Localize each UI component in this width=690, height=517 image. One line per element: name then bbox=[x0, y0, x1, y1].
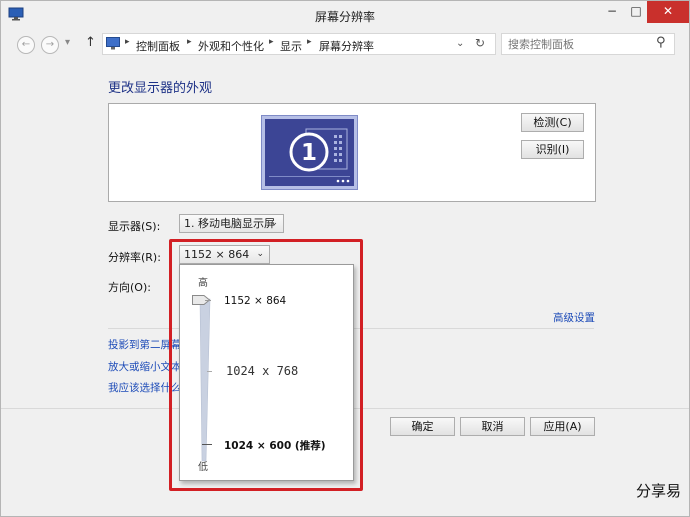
search-box[interactable]: ⚲ bbox=[501, 33, 675, 55]
close-button[interactable]: ✕ bbox=[647, 1, 689, 23]
breadcrumb-display[interactable]: 显示 bbox=[280, 38, 302, 54]
display-select[interactable]: 1. 移动电脑显示屏 ⌄ bbox=[179, 214, 284, 233]
screen-resolution-window: 屏幕分辨率 − □ ✕ ← → ▾ ↑ ▸ 控制面板 ▸ 外观和个性化 ▸ 显示… bbox=[0, 0, 690, 517]
breadcrumb-separator-icon: ▸ bbox=[125, 37, 130, 47]
monitor-tile[interactable]: 1 bbox=[261, 115, 358, 193]
search-input[interactable] bbox=[506, 36, 650, 53]
monitor-number: 1 bbox=[301, 140, 317, 166]
up-arrow-icon[interactable]: ↑ bbox=[85, 35, 96, 50]
title-bar: 屏幕分辨率 − □ ✕ bbox=[1, 1, 689, 29]
ok-button[interactable]: 确定 bbox=[390, 417, 455, 436]
forward-button[interactable]: → bbox=[41, 36, 59, 54]
address-bar[interactable]: ▸ 控制面板 ▸ 外观和个性化 ▸ 显示 ▸ 屏幕分辨率 ⌄ ↻ bbox=[102, 33, 496, 55]
recent-locations-icon[interactable]: ▾ bbox=[65, 37, 70, 48]
breadcrumb-control-panel[interactable]: 控制面板 bbox=[136, 38, 180, 54]
display-label: 显示器(S): bbox=[108, 220, 161, 233]
breadcrumb-separator-icon: ▸ bbox=[187, 37, 192, 47]
minimize-button[interactable]: − bbox=[599, 1, 625, 23]
refresh-icon[interactable]: ↻ bbox=[475, 36, 485, 50]
monitor-preview-area: 1 检测(C) 识别(I) bbox=[108, 103, 596, 202]
back-button[interactable]: ← bbox=[17, 36, 35, 54]
annotation-highlight-box bbox=[169, 239, 363, 491]
orientation-label: 方向(O): bbox=[108, 281, 151, 294]
chevron-down-icon: ⌄ bbox=[270, 218, 278, 228]
breadcrumb-appearance[interactable]: 外观和个性化 bbox=[198, 38, 264, 54]
search-icon[interactable]: ⚲ bbox=[656, 35, 666, 50]
breadcrumb-separator-icon: ▸ bbox=[307, 37, 312, 47]
resolution-label: 分辨率(R): bbox=[108, 251, 161, 264]
maximize-button[interactable]: □ bbox=[625, 1, 647, 23]
breadcrumb-separator-icon: ▸ bbox=[269, 37, 274, 47]
display-select-value: 1. 移动电脑显示屏 bbox=[184, 217, 275, 230]
watermark-text: 分享易 bbox=[636, 482, 682, 500]
apply-button[interactable]: 应用(A) bbox=[530, 417, 595, 436]
breadcrumb-screen-resolution[interactable]: 屏幕分辨率 bbox=[319, 38, 374, 54]
cancel-button[interactable]: 取消 bbox=[460, 417, 525, 436]
control-panel-icon bbox=[106, 37, 120, 53]
address-dropdown-icon[interactable]: ⌄ bbox=[456, 38, 464, 49]
detect-button[interactable]: 检测(C) bbox=[521, 113, 584, 132]
page-title: 更改显示器的外观 bbox=[108, 81, 213, 96]
identify-button[interactable]: 识别(I) bbox=[521, 140, 584, 159]
advanced-settings-link[interactable]: 高级设置 bbox=[553, 310, 595, 325]
window-title: 屏幕分辨率 bbox=[314, 10, 375, 24]
